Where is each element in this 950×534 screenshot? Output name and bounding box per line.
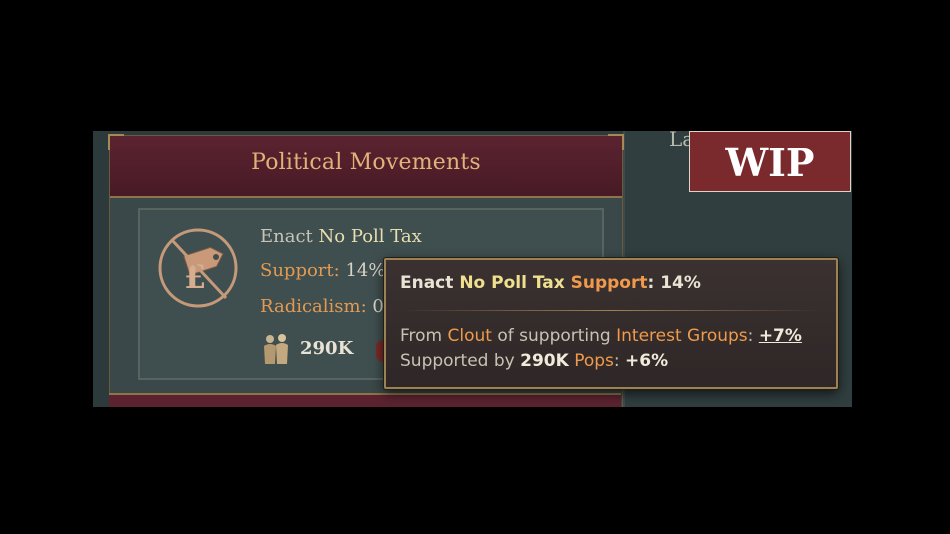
pops-line-prefix: Supported by [400,351,515,371]
clout-line-prefix: From [400,326,443,346]
clout-line-middle: of supporting [497,326,611,346]
wip-label: WIP [725,140,815,185]
pops-line-count: 290K [520,351,569,371]
header-corner-ornament [608,134,624,150]
next-panel-header [109,393,621,407]
clout-value[interactable]: +7% [759,326,802,346]
pops-line-colon: : [613,351,620,371]
movement-support: Support: 14% [260,260,385,281]
clout-line-colon: : [747,326,754,346]
movement-title-prefix: Enact [260,226,313,247]
clout-link[interactable]: Clout [448,326,492,346]
support-value: 14% [345,260,386,281]
tooltip-title-label: Support [570,273,648,293]
movement-title: Enact No Poll Tax [260,226,422,247]
radicalism-label: Radicalism: [260,296,367,317]
tooltip-title-prefix: Enact [400,273,454,293]
interest-groups-link[interactable]: Interest Groups [616,326,748,346]
no-poll-tax-icon: £ [158,228,238,308]
pops-link[interactable]: Pops [574,351,614,371]
support-label: Support: [260,260,340,281]
tooltip-title: Enact No Poll Tax Support: 14% [400,273,701,293]
tooltip-title-name: No Poll Tax [459,273,565,293]
tooltip-title-value: : 14% [647,273,701,293]
pops-icon [264,334,288,364]
tooltip-divider [400,310,822,311]
pops-line-value: +6% [625,351,669,371]
tooltip-pops-line: Supported by 290K Pops: +6% [400,351,668,371]
panel-title: Political Movements [251,150,481,175]
panel-header: Political Movements [108,134,624,198]
wip-badge: WIP [689,131,851,192]
tooltip-clout-line: From Clout of supporting Interest Groups… [400,326,802,346]
support-tooltip: Enact No Poll Tax Support: 14% From Clou… [384,258,838,389]
movement-radicalism: Radicalism: 0% [260,296,401,317]
header-corner-ornament [108,134,124,150]
movement-title-name: No Poll Tax [318,226,422,247]
pops-count: 290K [300,338,354,359]
